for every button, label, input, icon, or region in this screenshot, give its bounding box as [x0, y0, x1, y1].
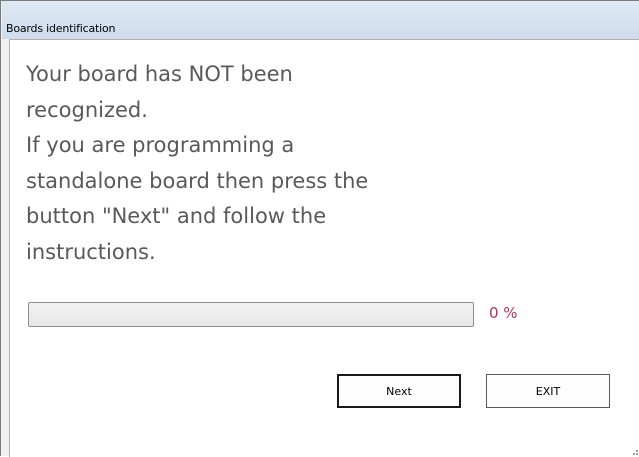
next-button[interactable]: Next	[337, 374, 461, 408]
title-bar[interactable]: Boards identification	[2, 1, 639, 39]
resize-grip-icon[interactable]	[630, 447, 638, 455]
status-message: Your board has NOT been recognized. If y…	[26, 62, 369, 264]
progress-bar	[28, 302, 474, 327]
progress-percent-label: 0 %	[489, 304, 518, 322]
boards-identification-window: Boards identification Your board has NOT…	[0, 0, 639, 457]
window-title: Boards identification	[6, 22, 116, 35]
exit-button[interactable]: EXIT	[486, 374, 610, 408]
